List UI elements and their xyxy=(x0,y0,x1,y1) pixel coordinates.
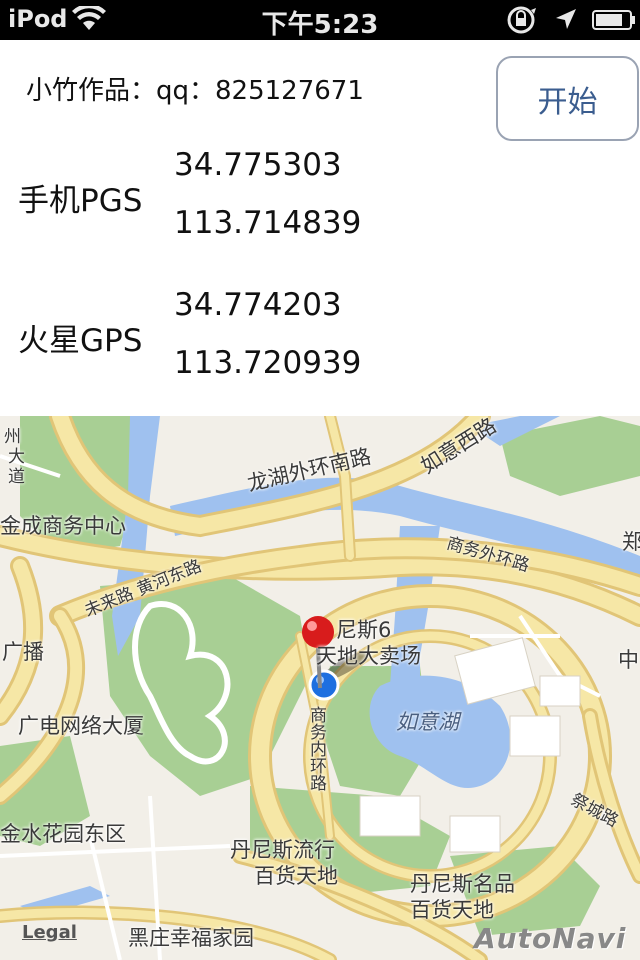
map-label-poi: 百货天地 xyxy=(410,898,494,922)
map-view[interactable]: 龙湖外环南路 如意西路 金成商务中心 未来路 黄河东路 商务外环路 郑 广播 尼… xyxy=(0,416,640,960)
rotation-lock-icon xyxy=(507,6,536,34)
mars-longitude: 113.720939 xyxy=(174,345,362,381)
map-label-road: 道 xyxy=(8,467,25,487)
mars-latitude: 34.774203 xyxy=(174,287,342,323)
phone-longitude: 113.714839 xyxy=(174,205,362,241)
legal-link[interactable]: Legal xyxy=(22,922,77,943)
map-label-poi: 百货天地 xyxy=(254,864,338,888)
coordinates-panel: 小竹作品：qq：825127671 开始 手机PGS 34.775303 113… xyxy=(0,40,640,416)
map-label-poi: 金成商务中心 xyxy=(0,514,126,538)
author-label: 小竹作品：qq：825127671 xyxy=(26,76,364,106)
user-location-dot xyxy=(308,669,340,701)
map-label-poi: 广电网络大厦 xyxy=(18,714,144,738)
map-provider-logo: AutoNavi xyxy=(474,922,627,955)
map-label-poi: 广播 xyxy=(2,640,44,664)
map-label-poi: 天地大卖场 xyxy=(316,644,421,668)
map-label-poi: 金水花园东区 xyxy=(0,822,126,846)
mars-gps-label: 火星GPS xyxy=(18,323,143,359)
map-label-road: 商务内环路 xyxy=(306,706,326,791)
map-label-road: 郑 xyxy=(622,530,640,554)
status-bar: iPod 下午5:23 xyxy=(0,0,640,40)
map-label-lake: 如意湖 xyxy=(396,710,459,734)
pin-highlight xyxy=(307,621,317,631)
map-label-poi: 黑庄幸福家园 xyxy=(128,926,254,950)
battery-icon xyxy=(592,10,635,30)
location-arrow-icon xyxy=(556,9,576,29)
start-button[interactable]: 开始 xyxy=(496,56,639,141)
map-label-poi: 中 xyxy=(618,648,639,672)
phone-gps-label: 手机PGS xyxy=(18,183,143,219)
phone-latitude: 34.775303 xyxy=(174,147,342,183)
status-time: 下午5:23 xyxy=(261,10,379,40)
